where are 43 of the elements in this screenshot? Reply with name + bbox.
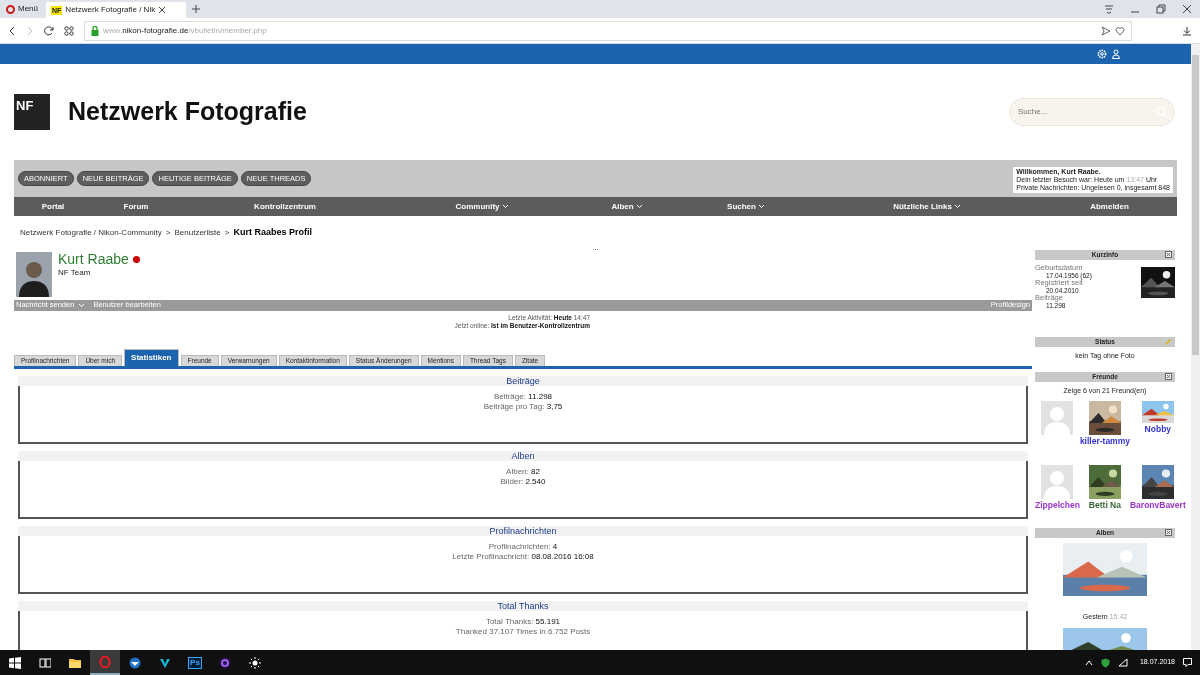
nav-link[interactable]: Nützliche Links bbox=[812, 197, 1042, 216]
friend-name[interactable]: BaronvBavert bbox=[1129, 499, 1186, 512]
stat-text: Letzte Profilnachricht: 08.08.2016 16:08 bbox=[451, 551, 595, 562]
nav-link[interactable]: Abmelden bbox=[1042, 197, 1177, 216]
profile-tab[interactable]: Statistiken bbox=[124, 348, 179, 366]
friend-name[interactable]: Nobby bbox=[1144, 422, 1172, 436]
friend-name[interactable]: Betti Na bbox=[1088, 499, 1121, 512]
section-title: Alben bbox=[18, 450, 1028, 461]
stat-text: Beiträge pro Tag: 3,75 bbox=[482, 401, 564, 412]
photoshop-button[interactable]: Ps bbox=[188, 656, 202, 669]
friend-name[interactable]: killer-tammy bbox=[1079, 434, 1130, 448]
section-title: Profilnachrichten bbox=[18, 525, 1028, 536]
search-field[interactable]: Suche... bbox=[1009, 98, 1175, 126]
section-title: Total Thanks bbox=[18, 600, 1028, 611]
url-text: www.nikon-fotografie.de/vbulletin/member.php bbox=[103, 24, 267, 37]
search-input[interactable]: Suche... bbox=[1016, 105, 1156, 119]
stat-text: Total Thanks: 55.191 bbox=[484, 616, 562, 627]
friend-name[interactable]: Zippelchen bbox=[1035, 499, 1080, 512]
nav-link[interactable]: Suchen bbox=[680, 197, 812, 216]
site-title: Netzwerk Fotografie bbox=[68, 96, 307, 128]
breadcrumb-current: Kurt Raabes Profil bbox=[233, 226, 312, 239]
profile-name: Kurt Raabe bbox=[58, 251, 129, 267]
stat-text: Thanked 37.107 Times in 6.752 Posts bbox=[454, 626, 592, 637]
tab-title: Netzwerk Fotografie / Nik bbox=[65, 4, 156, 16]
breadcrumb-separator: > bbox=[165, 227, 171, 239]
stat-text: Bilder: 2.540 bbox=[499, 476, 547, 487]
breadcrumb-separator: > bbox=[224, 227, 230, 239]
site-logo[interactable]: NF bbox=[14, 94, 50, 130]
section-title: Beiträge bbox=[18, 375, 1028, 386]
nav-link[interactable]: Portal bbox=[14, 197, 92, 216]
stat-text: Alben: 82 bbox=[505, 466, 541, 477]
user-rank: NF Team bbox=[58, 266, 92, 279]
more-text: ... bbox=[591, 243, 600, 252]
stat-text: Beiträge: 11.298 bbox=[492, 391, 554, 402]
menu-button[interactable]: Menü bbox=[0, 0, 46, 18]
nav-link[interactable]: Forum bbox=[92, 197, 180, 216]
nav-link[interactable]: Alben bbox=[574, 197, 680, 216]
nav-link[interactable]: Kontrollzentrum bbox=[180, 197, 390, 216]
address-bar[interactable]: www.nikon-fotografie.de/vbulletin/member.php bbox=[84, 20, 1132, 41]
breadcrumb-link[interactable]: Netzwerk Fotografie / Nikon-Community bbox=[20, 227, 162, 239]
nav-link[interactable]: Community bbox=[390, 197, 574, 216]
stat-text: Profilnachrichten: 4 bbox=[487, 541, 559, 552]
breadcrumb-link[interactable]: Benutzerliste bbox=[174, 227, 221, 239]
